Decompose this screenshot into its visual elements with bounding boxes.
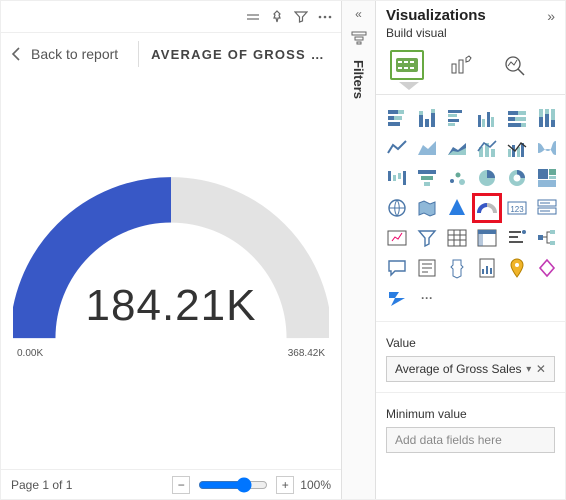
back-label: Back to report [31,46,118,62]
card-icon[interactable]: 123 [504,195,530,221]
map-icon[interactable] [384,195,410,221]
viz-type-grid: 123 ··· [376,101,565,315]
qa-visual-icon[interactable] [384,255,410,281]
build-tab[interactable] [390,50,424,80]
zoom-in-button[interactable]: + [276,476,294,494]
filter-icon[interactable] [293,9,309,25]
panel-subhead: Build visual [376,26,565,44]
minimum-value-label: Minimum value [386,407,555,421]
grip-icon[interactable] [245,9,261,25]
svg-text:123: 123 [510,205,524,214]
donut-chart-icon[interactable] [504,165,530,191]
panel-title: Visualizations [386,7,486,24]
line-clustered-column-icon[interactable] [504,135,530,161]
zoom-level: 100% [300,478,331,492]
gauge-visual[interactable]: 184.21K 0.00K 368.42K [13,169,329,359]
divider [376,321,565,322]
format-tab[interactable] [444,50,478,80]
gauge-range-labels: 0.00K 368.42K [13,348,329,359]
value-label: Value [386,336,555,350]
mode-tabs [376,44,565,82]
stacked-bar-chart-icon[interactable] [384,105,410,131]
arcgis-map-icon[interactable] [504,255,530,281]
power-automate-icon[interactable] [384,285,410,311]
chevron-left-icon[interactable]: « [355,7,362,21]
area-chart-icon[interactable] [414,135,440,161]
paginated-report-icon[interactable] [474,255,500,281]
page-indicator: Page 1 of 1 [11,478,72,492]
divider [138,41,139,67]
more-icon[interactable] [317,9,333,25]
azure-map-icon[interactable] [444,195,470,221]
pin-icon[interactable] [269,9,285,25]
chevron-right-icon[interactable]: » [547,8,555,24]
r-visual-icon[interactable] [504,225,530,251]
scatter-chart-icon[interactable] [444,165,470,191]
gauge-min-label: 0.00K [17,348,43,359]
divider [376,392,565,393]
hundred-stacked-bar-icon[interactable] [504,105,530,131]
panel-header: Visualizations » [376,1,565,26]
gauge-chart-icon[interactable] [474,195,500,221]
report-area: Back to report AVERAGE OF GROSS SAL… 184… [1,1,341,499]
value-field-well[interactable]: Average of Gross Sales ▾ ✕ [386,356,555,382]
ribbon-chart-icon[interactable] [534,135,560,161]
zoom-slider[interactable] [198,477,268,493]
funnel-chart-icon[interactable] [414,165,440,191]
minimum-value-section: Minimum value Add data fields here [376,399,565,457]
stacked-area-chart-icon[interactable] [444,135,470,161]
matrix-icon[interactable] [474,225,500,251]
report-canvas[interactable]: 184.21K 0.00K 368.42K [1,79,341,469]
chevron-left-icon [11,47,21,61]
header-row: Back to report AVERAGE OF GROSS SAL… [1,33,341,79]
divider [376,94,565,95]
visualizations-panel: Visualizations » Build visual [375,1,565,499]
minimum-value-placeholder: Add data fields here [395,433,502,447]
waterfall-chart-icon[interactable] [384,165,410,191]
status-bar: Page 1 of 1 − + 100% [1,469,341,499]
decomposition-tree-icon[interactable] [534,225,560,251]
visual-toolbar [1,1,341,33]
gauge-max-label: 368.42K [288,348,325,359]
stacked-column-chart-icon[interactable] [414,105,440,131]
funnel-icon [351,31,367,48]
filters-pane-collapsed[interactable]: « Filters [341,1,375,499]
value-field-name: Average of Gross Sales [395,362,522,376]
table-icon[interactable] [444,225,470,251]
minimum-value-well[interactable]: Add data fields here [386,427,555,453]
treemap-chart-icon[interactable] [534,165,560,191]
clustered-column-chart-icon[interactable] [474,105,500,131]
remove-field-button[interactable]: ✕ [536,362,546,376]
chevron-down-icon[interactable]: ▾ [526,364,531,375]
line-stacked-column-icon[interactable] [474,135,500,161]
line-chart-icon[interactable] [384,135,410,161]
analytics-tab[interactable] [498,50,532,80]
clustered-bar-chart-icon[interactable] [444,105,470,131]
app-root: Back to report AVERAGE OF GROSS SAL… 184… [0,0,566,500]
zoom-out-button[interactable]: − [172,476,190,494]
hundred-stacked-column-icon[interactable] [534,105,560,131]
narrative-icon[interactable] [414,255,440,281]
value-field-section: Value Average of Gross Sales ▾ ✕ [376,328,565,386]
kpi-icon[interactable] [384,225,410,251]
key-influencers-icon[interactable] [444,255,470,281]
report-title: AVERAGE OF GROSS SAL… [151,47,329,62]
filled-map-icon[interactable] [414,195,440,221]
slicer-icon[interactable] [414,225,440,251]
gauge-value: 184.21K [13,281,329,331]
multi-row-card-icon[interactable] [534,195,560,221]
back-to-report-button[interactable]: Back to report [7,46,126,62]
filters-tab-label: Filters [351,60,366,99]
powerapps-icon[interactable] [534,255,560,281]
more-visuals-button[interactable]: ··· [414,285,440,311]
pie-chart-icon[interactable] [474,165,500,191]
